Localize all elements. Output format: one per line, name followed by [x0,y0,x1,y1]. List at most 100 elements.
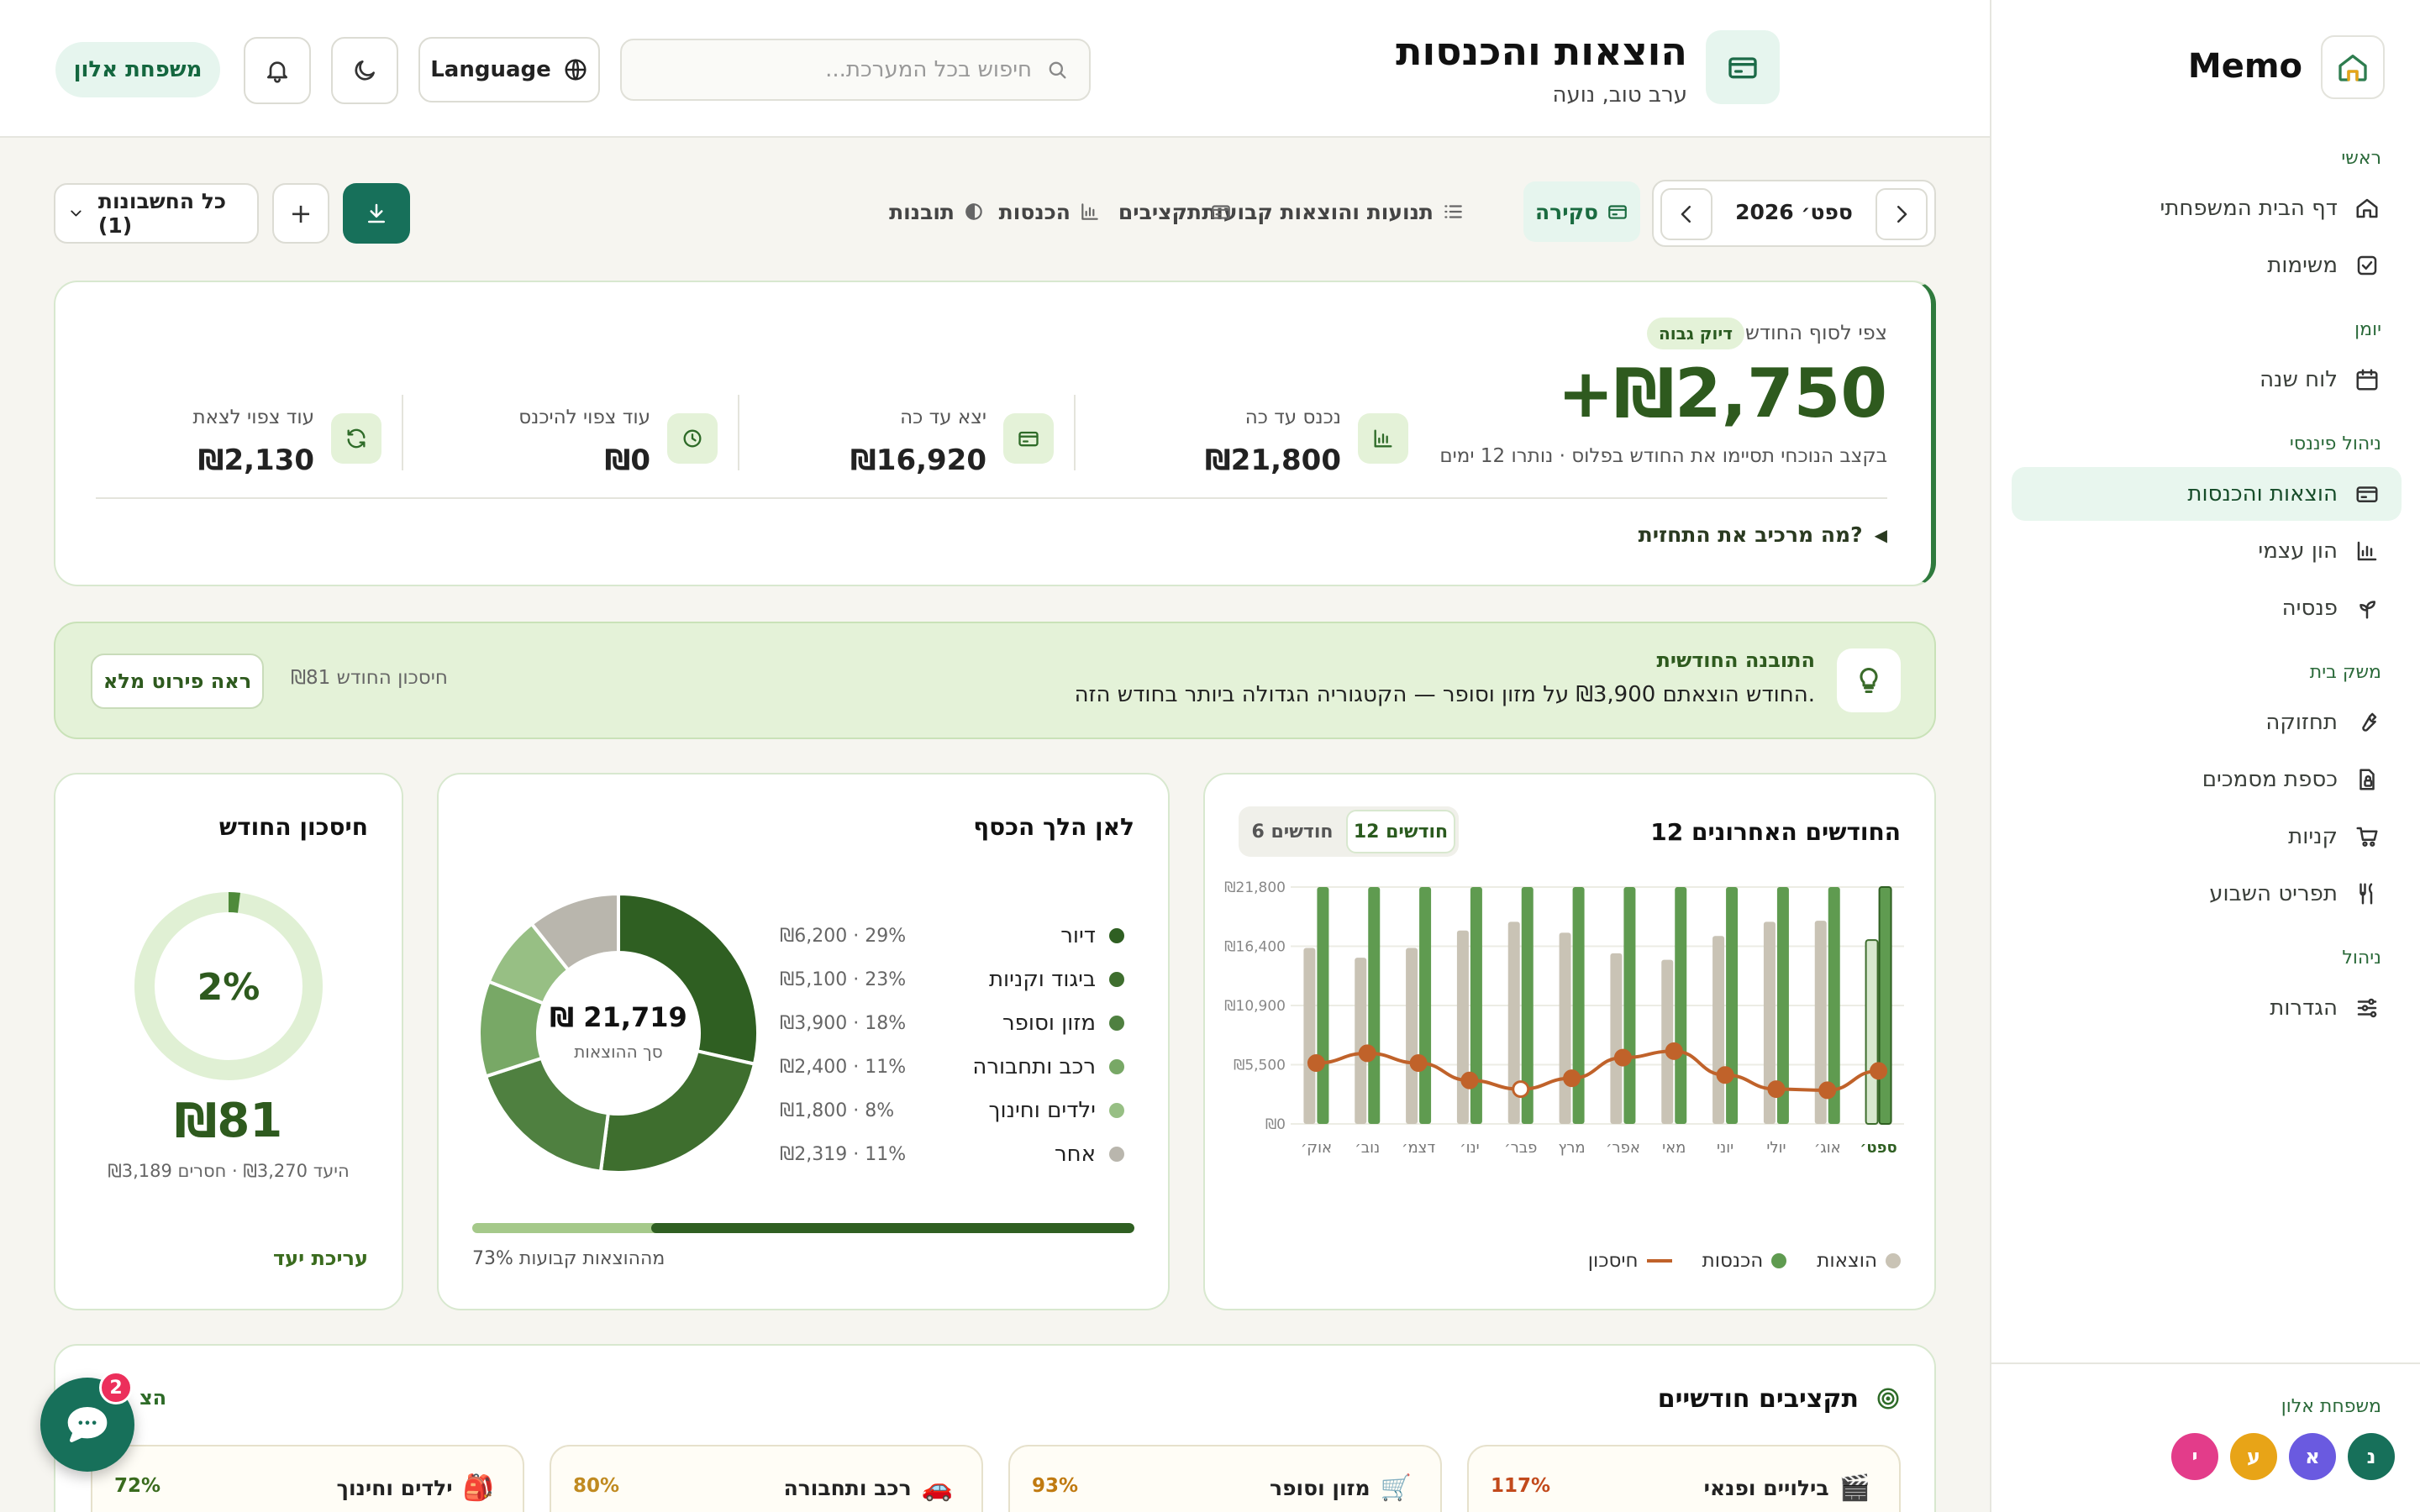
category-row[interactable]: ילדים וחינוך ₪1,800 · 8% [780,1089,1124,1132]
sidebar-item-family-home[interactable]: דף הבית המשפחתי [2012,181,2402,235]
savings-point[interactable] [1767,1080,1786,1099]
tab-insights[interactable]: תובנות [877,181,997,242]
savings-point[interactable] [1460,1071,1479,1089]
savings-point[interactable] [1563,1069,1581,1088]
savings-point[interactable] [1870,1062,1888,1080]
savings-point[interactable] [1818,1081,1837,1100]
budget-item[interactable]: 🛒 מזון וסופר 93% [1008,1445,1442,1512]
budgets-more-link[interactable]: הצ [139,1386,166,1410]
edit-goal-link[interactable]: עריכת יעד [273,1247,368,1270]
savings-point[interactable] [1716,1066,1734,1084]
sidebar-item-maintenance[interactable]: תחזוקה [2012,696,2402,749]
family-badge[interactable]: משפחת אלון [55,42,220,97]
stat-divider [402,395,403,470]
income-bar[interactable] [1726,887,1739,1124]
category-name: רכב ותחבורה [972,1054,1096,1079]
expense-bar[interactable] [1610,953,1623,1124]
notifications-button[interactable] [244,37,311,104]
home-logo-icon[interactable] [2321,35,2385,99]
bell-icon [264,57,291,84]
expense-bar[interactable] [1406,948,1418,1124]
view-details-button[interactable]: ראה פירוט מלא [91,654,264,709]
prev-month-button[interactable] [1660,188,1712,240]
utensils-icon [2354,881,2380,906]
budget-item[interactable]: 🎬 בילויים ופנאי 117% [1467,1445,1901,1512]
sidebar-item-label: דף הבית המשפחתי [2160,196,2338,221]
sidebar-item-shopping[interactable]: קניות [2012,810,2402,864]
sidebar-item-weekly-menu[interactable]: תפריט השבוע [2012,867,2402,921]
trend-chart-card: 12 החודשים האחרונים 12 חודשים 6 חודשים ₪… [1203,773,1936,1310]
wallet-icon [1210,201,1232,223]
sidebar-item-settings[interactable]: הגדרות [2012,981,2402,1035]
search-input[interactable] [662,57,1032,82]
range-6-months[interactable]: 6 חודשים [1242,810,1343,853]
income-bar[interactable] [1878,886,1892,1125]
accounts-select[interactable]: כל החשבונות (1) [54,183,259,244]
budget-item[interactable]: 🎒 ילדים וחינוך 72% [91,1445,524,1512]
range-toggle: 12 חודשים 6 חודשים [1239,806,1459,857]
sidebar-item-tasks[interactable]: משימות [2012,239,2402,292]
sidebar-item-document-vault[interactable]: כספת מסמכים [2012,753,2402,806]
clapperboard-icon: 🎬 [1839,1473,1870,1503]
category-row[interactable]: דיור ₪6,200 · 29% [780,914,1124,958]
income-bar[interactable] [1572,887,1585,1124]
sidebar-item-equity[interactable]: הון עצמי [2012,524,2402,578]
sidebar-item-calendar[interactable]: לוח שנה [2012,353,2402,407]
savings-point[interactable] [1665,1042,1683,1060]
tab-income[interactable]: הכנסות [987,181,1113,242]
savings-point[interactable] [1358,1044,1376,1063]
category-row[interactable]: רכב ותחבורה ₪2,400 · 11% [780,1045,1124,1089]
range-12-months[interactable]: 12 חודשים [1346,810,1455,853]
legend-swatch [1886,1253,1901,1268]
donut-slice[interactable] [598,1048,757,1174]
donut-slice[interactable] [617,892,760,1067]
expense-bar[interactable] [1865,939,1879,1125]
stat-value: ₪2,130 [197,444,314,477]
monthly-insight-banner: התובנה החודשית החודש הוצאתם ₪3,900 על מז… [54,622,1936,739]
tab-budgets[interactable]: תקציבים [1107,181,1244,242]
savings-point[interactable] [1613,1048,1632,1067]
income-bar[interactable] [1419,887,1432,1124]
tab-overview[interactable]: סקירה [1523,181,1640,242]
search-box[interactable] [620,39,1091,101]
tab-label: תקציבים [1118,199,1202,224]
avatar[interactable]: י [2171,1433,2218,1480]
x-tick-label: פבר׳ [1504,1139,1537,1157]
add-button[interactable]: + [272,183,329,244]
savings-point[interactable] [1512,1080,1530,1099]
avatar[interactable]: נ [2348,1433,2395,1480]
avatar[interactable]: ע [2230,1433,2277,1480]
savings-point[interactable] [1307,1054,1325,1073]
expense-bar[interactable] [1712,936,1725,1124]
category-row[interactable]: מזון וסופר ₪3,900 · 18% [780,1001,1124,1045]
sidebar-item-pension[interactable]: פנסיה [2012,581,2402,635]
download-button[interactable] [343,183,410,244]
expense-bar[interactable] [1456,930,1469,1124]
savings-point[interactable] [1409,1054,1428,1073]
expense-bar[interactable] [1355,958,1367,1124]
expense-bar[interactable] [1559,932,1571,1124]
expense-bar[interactable] [1661,959,1674,1124]
caret-left-icon: ◀ [1874,524,1887,545]
theme-toggle-button[interactable] [331,37,398,104]
donut-slice[interactable] [483,1056,611,1173]
monthly-savings-card: חיסכון החודש 2% ₪81 היעד ₪3,270 · חסרים … [54,773,403,1310]
income-bar[interactable] [1317,887,1329,1124]
accounts-select-value: כל החשבונות (1) [97,189,227,238]
income-bar[interactable] [1368,887,1381,1124]
language-button[interactable]: Language [418,37,600,102]
forecast-breakdown-toggle[interactable]: ◀ מה מרכיב את התחזית? [1639,522,1887,547]
sidebar-item-expenses-income[interactable]: הוצאות והכנסות [2012,467,2402,521]
budget-item[interactable]: 🚗 רכב ותחבורה 80% [550,1445,983,1512]
avatar[interactable]: א [2289,1433,2336,1480]
chat-unread-badge: 2 [99,1371,133,1404]
expense-bar[interactable] [1303,948,1316,1124]
insight-savings: חיסכון החודש ₪81 [291,667,448,689]
income-bar[interactable] [1623,887,1636,1124]
budget-label: מזון וסופר [1270,1476,1370,1500]
category-row[interactable]: אחר ₪2,319 · 11% [780,1132,1124,1176]
income-bar[interactable] [1675,887,1687,1124]
sidebar-item-label: הוצאות והכנסות [2187,481,2338,507]
category-row[interactable]: ביגוד וקניות ₪5,100 · 23% [780,958,1124,1001]
bar-chart-icon [1358,413,1408,464]
